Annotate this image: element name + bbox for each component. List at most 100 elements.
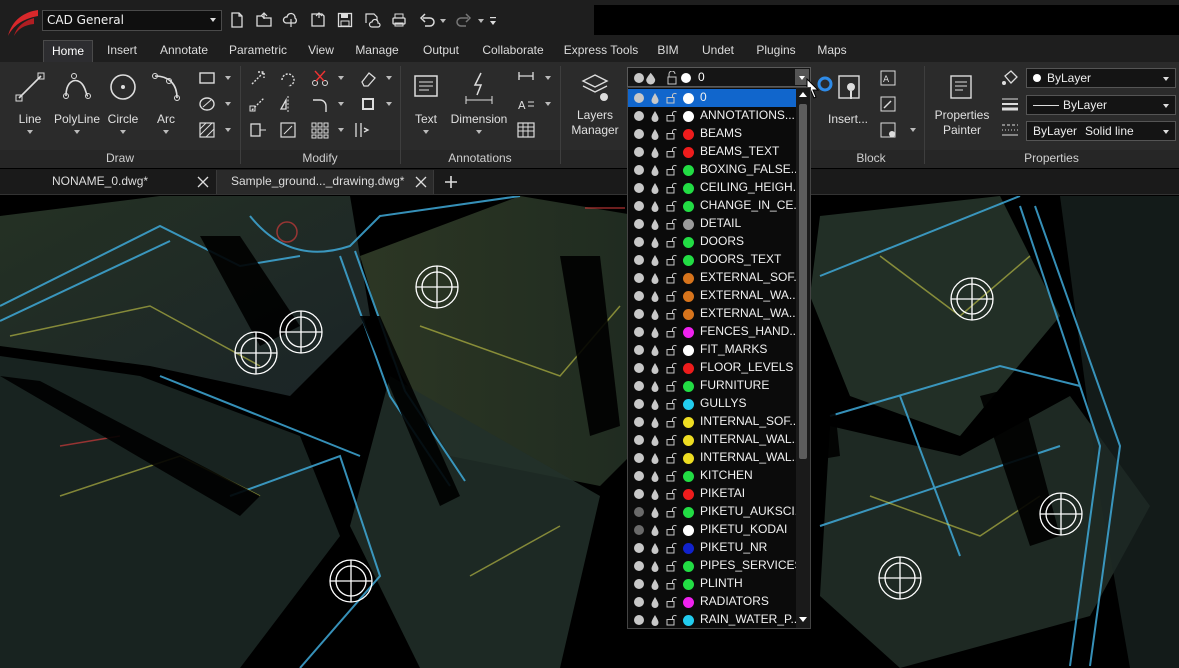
color-select[interactable]: ByLayer xyxy=(1026,68,1176,88)
doc-tab-noname[interactable]: NONAME_0.dwg* xyxy=(0,170,215,194)
layer-row[interactable]: INTERNAL_WAL... xyxy=(628,431,802,449)
layer-row[interactable]: RAIN_WATER_P... xyxy=(628,611,800,629)
lock-icon[interactable] xyxy=(665,542,677,554)
doc-tab-sample-ground[interactable]: Sample_ground..._drawing.dwg* xyxy=(216,170,434,194)
mirror-icon[interactable] xyxy=(278,94,298,114)
chevron-down-icon[interactable] xyxy=(338,102,344,106)
lightbulb-icon[interactable] xyxy=(633,326,645,338)
stretch-icon[interactable] xyxy=(248,120,268,140)
lightbulb-icon[interactable] xyxy=(633,290,645,302)
workspace-select[interactable]: CAD General xyxy=(42,10,222,31)
freeze-sun-icon[interactable] xyxy=(649,272,661,284)
lock-icon[interactable] xyxy=(665,326,677,338)
fillet-icon[interactable] xyxy=(310,94,330,114)
tab-express-tools[interactable]: Express Tools xyxy=(558,40,644,62)
tab-manage[interactable]: Manage xyxy=(348,40,406,62)
lightbulb-icon[interactable] xyxy=(633,542,645,554)
drawing-canvas[interactable] xyxy=(0,196,1179,668)
freeze-sun-icon[interactable] xyxy=(649,578,661,590)
layer-color-swatch[interactable] xyxy=(683,237,694,248)
lightbulb-icon[interactable] xyxy=(633,254,645,266)
lock-icon[interactable] xyxy=(665,452,677,464)
lock-icon[interactable] xyxy=(665,506,677,518)
layer-color-swatch[interactable] xyxy=(683,165,694,176)
freeze-sun-icon[interactable] xyxy=(649,452,661,464)
erase-icon[interactable] xyxy=(358,68,378,88)
freeze-sun-icon[interactable] xyxy=(649,182,661,194)
layer-color-swatch[interactable] xyxy=(683,93,694,104)
layer-row[interactable]: DOORS_TEXT xyxy=(628,251,798,269)
lock-icon[interactable] xyxy=(665,380,677,392)
lightbulb-icon[interactable] xyxy=(633,308,645,320)
layer-dropdown-list[interactable]: 0 ANNOTATIONS... BEAMS BEAMS_TEXT BOXING_FAL… xyxy=(627,87,811,629)
freeze-sun-icon[interactable] xyxy=(649,362,661,374)
tab-parametric[interactable]: Parametric xyxy=(222,40,294,62)
layer-row[interactable]: FIT_MARKS xyxy=(628,341,798,359)
freeze-sun-icon[interactable] xyxy=(649,218,661,230)
freeze-sun-icon[interactable] xyxy=(649,344,661,356)
lightbulb-icon[interactable] xyxy=(633,92,645,104)
properties-painter-button[interactable]: Properties Painter xyxy=(930,70,994,138)
lock-icon[interactable] xyxy=(665,524,677,536)
layer-color-swatch[interactable] xyxy=(683,291,694,302)
tab-collaborate[interactable]: Collaborate xyxy=(476,40,550,62)
tab-maps[interactable]: Maps xyxy=(810,40,854,62)
line-button[interactable]: Line xyxy=(10,70,50,134)
lightbulb-icon[interactable] xyxy=(633,398,645,410)
layer-color-swatch[interactable] xyxy=(683,435,694,446)
freeze-sun-icon[interactable] xyxy=(649,596,661,608)
scroll-down-icon[interactable] xyxy=(799,617,807,622)
lightbulb-icon[interactable] xyxy=(633,110,645,122)
freeze-sun-icon[interactable] xyxy=(649,110,661,122)
insert-block-button[interactable]: Insert... xyxy=(826,70,870,126)
freeze-sun-icon[interactable] xyxy=(649,308,661,320)
layer-row[interactable]: PLINTH xyxy=(628,575,798,593)
lock-icon[interactable] xyxy=(665,92,677,104)
layer-row[interactable]: EXTERNAL_WA... xyxy=(628,287,799,305)
lightbulb-icon[interactable] xyxy=(633,200,645,212)
lock-icon[interactable] xyxy=(665,308,677,320)
lightbulb-icon[interactable] xyxy=(633,614,645,626)
lock-icon[interactable] xyxy=(665,254,677,266)
freeze-sun-icon[interactable] xyxy=(649,506,661,518)
layer-color-swatch[interactable] xyxy=(683,129,694,140)
chevron-down-icon[interactable] xyxy=(386,102,392,106)
freeze-sun-icon[interactable] xyxy=(649,560,661,572)
layer-select[interactable]: 0 xyxy=(627,67,811,87)
chevron-down-icon[interactable] xyxy=(225,76,231,80)
tab-annotate[interactable]: Annotate xyxy=(152,40,216,62)
lightbulb-icon[interactable] xyxy=(633,416,645,428)
layer-row[interactable]: ANNOTATIONS... xyxy=(628,107,798,125)
lightbulb-icon[interactable] xyxy=(633,506,645,518)
freeze-sun-icon[interactable] xyxy=(649,488,661,500)
tab-view[interactable]: View xyxy=(300,40,342,62)
text-style-icon[interactable]: A xyxy=(516,94,536,114)
layer-color-swatch[interactable] xyxy=(683,147,694,158)
freeze-sun-icon[interactable] xyxy=(649,146,661,158)
freeze-sun-icon[interactable] xyxy=(649,128,661,140)
layer-row[interactable]: BEAMS xyxy=(628,125,798,143)
freeze-sun-icon[interactable] xyxy=(649,326,661,338)
lightbulb-icon[interactable] xyxy=(633,470,645,482)
layer-row[interactable]: KITCHEN xyxy=(628,467,798,485)
undo-dropdown-icon[interactable] xyxy=(440,19,446,23)
lock-icon[interactable] xyxy=(665,164,677,176)
layer-row[interactable]: CHANGE_IN_CE... xyxy=(628,197,803,215)
lightbulb-icon[interactable] xyxy=(633,128,645,140)
create-block-icon[interactable]: A xyxy=(878,68,898,88)
freeze-sun-icon[interactable] xyxy=(649,164,661,176)
lock-icon[interactable] xyxy=(665,596,677,608)
customize-quick-access-icon[interactable] xyxy=(488,11,498,29)
lock-icon[interactable] xyxy=(665,560,677,572)
freeze-sun-icon[interactable] xyxy=(649,380,661,392)
layer-color-swatch[interactable] xyxy=(683,309,694,320)
layer-row[interactable]: DETAIL xyxy=(628,215,798,233)
array-icon[interactable] xyxy=(310,120,330,140)
lock-icon[interactable] xyxy=(665,578,677,590)
lightbulb-icon[interactable] xyxy=(633,362,645,374)
layer-color-swatch[interactable] xyxy=(683,579,694,590)
lineweight-select[interactable]: ByLayer xyxy=(1026,95,1176,115)
freeze-sun-icon[interactable] xyxy=(649,470,661,482)
lightbulb-icon[interactable] xyxy=(633,560,645,572)
layer-color-swatch[interactable] xyxy=(683,615,694,626)
